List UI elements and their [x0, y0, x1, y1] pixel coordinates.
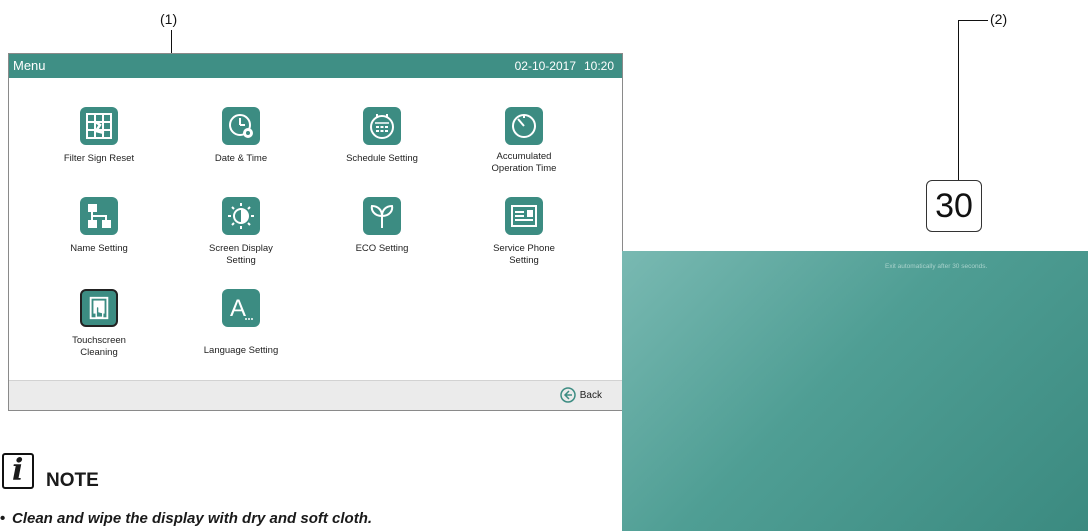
menu-item-label: ECO Setting	[355, 243, 409, 254]
clock-gear-icon	[222, 107, 260, 145]
menu-header: Menu 02-10-2017 10:20	[9, 54, 622, 78]
menu-title: Menu	[13, 58, 46, 73]
back-label: Back	[579, 389, 602, 401]
note-text: Clean and wipe the display with dry and …	[12, 510, 373, 527]
menu-item-touchscreen-cleaning[interactable]: Touchscreen Cleaning	[39, 289, 159, 359]
menu-item-label: Touchscreen Cleaning	[72, 335, 126, 358]
note-bullet: •	[0, 510, 6, 527]
menu-item-label: Schedule Setting	[346, 153, 418, 164]
menu-item-label: Screen Display Setting	[209, 243, 273, 266]
note-title: NOTE	[46, 470, 99, 491]
back-arrow-icon	[560, 387, 576, 403]
menu-time: 10:20	[583, 59, 614, 73]
menu-item-label: Accumulated Operation Time	[491, 151, 557, 174]
countdown-display: 30	[926, 180, 982, 232]
callout-line-2-horizontal	[958, 20, 988, 21]
menu-item-eco-setting[interactable]: ECO Setting	[322, 197, 442, 255]
menu-item-label: Date & Time	[214, 153, 268, 164]
exit-message: Exit automatically after 30 seconds.	[885, 263, 988, 270]
menu-item-schedule-setting[interactable]: Schedule Setting	[322, 107, 442, 165]
info-icon: i	[2, 453, 34, 489]
menu-item-label: Filter Sign Reset	[63, 153, 135, 164]
menu-item-date-time[interactable]: Date & Time	[181, 107, 301, 165]
menu-item-label: Language Setting	[203, 345, 279, 356]
dial-icon	[505, 107, 543, 145]
callout-label-1: (1)	[160, 11, 178, 27]
menu-item-filter-sign-reset[interactable]: Filter Sign Reset	[39, 107, 159, 165]
callout-line-2-vertical	[958, 20, 959, 180]
menu-item-label: Name Setting	[70, 243, 128, 254]
menu-item-name-setting[interactable]: Name Setting	[39, 197, 159, 255]
menu-screen: Menu 02-10-2017 10:20 Filter Sign Reset …	[8, 53, 623, 411]
filter-grid-icon	[80, 107, 118, 145]
menu-item-screen-display-setting[interactable]: Screen Display Setting	[181, 197, 301, 267]
letter-a-icon: A	[222, 289, 260, 327]
menu-item-accumulated-operation-time[interactable]: Accumulated Operation Time	[464, 107, 584, 175]
menu-item-language-setting[interactable]: A Language Setting	[181, 289, 301, 357]
hierarchy-icon	[80, 197, 118, 235]
menu-footer: Back	[9, 380, 622, 410]
svg-text:A: A	[230, 295, 246, 322]
callout-label-2: (2)	[990, 11, 1008, 27]
back-button[interactable]: Back	[560, 387, 602, 403]
cleaning-screen-panel: Exit automatically after 30 seconds.	[622, 251, 1088, 531]
hand-touch-icon	[80, 289, 118, 327]
menu-date: 02-10-2017	[514, 59, 576, 73]
menu-item-label: Service Phone Setting	[493, 243, 555, 266]
calendar-icon	[363, 107, 401, 145]
contact-card-icon	[505, 197, 543, 235]
brightness-icon	[222, 197, 260, 235]
menu-item-service-phone-setting[interactable]: Service Phone Setting	[464, 197, 584, 267]
sprout-icon	[363, 197, 401, 235]
